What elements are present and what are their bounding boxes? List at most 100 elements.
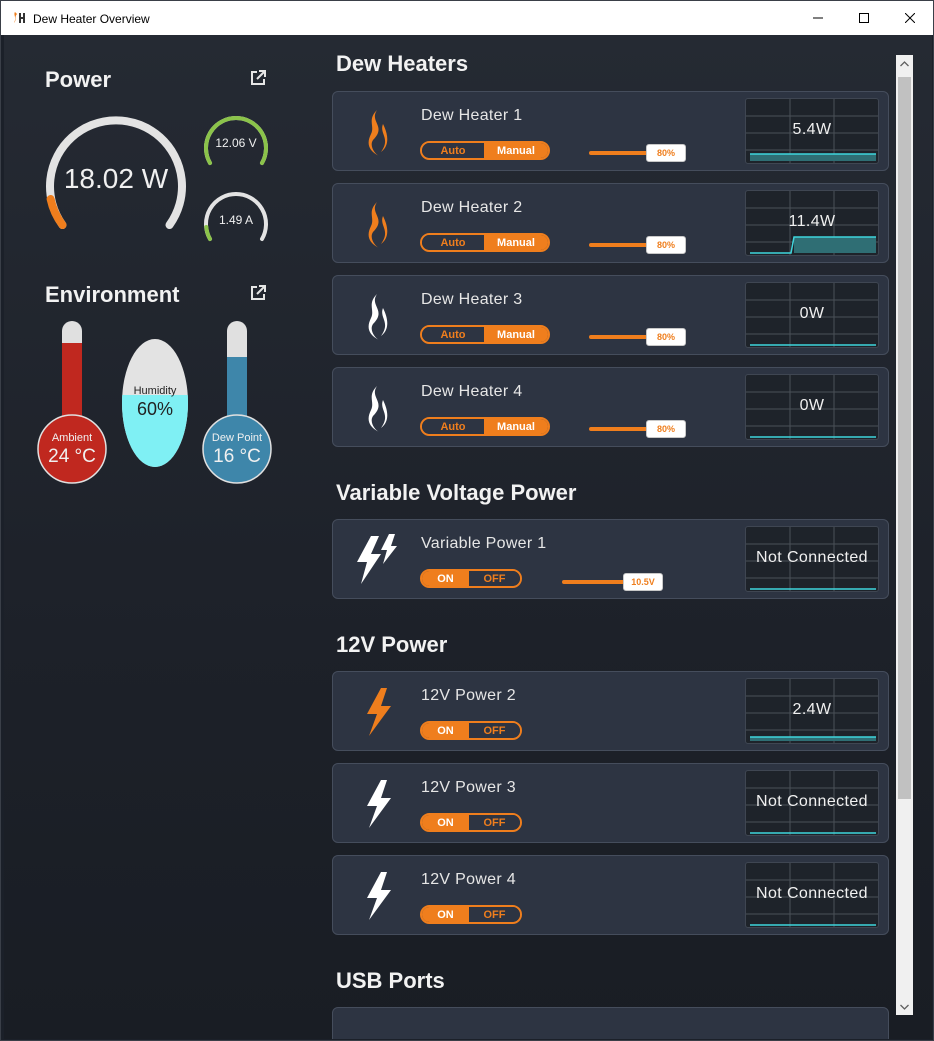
power-readout: 0W [799, 397, 825, 414]
12v-power-heading: 12V Power [336, 632, 448, 657]
12v-power-name: 12V Power 4 [421, 871, 516, 888]
on-off-toggle[interactable]: ON OFF [420, 721, 522, 740]
ambient-label: Ambient [51, 432, 93, 444]
app-window: Dew Heater Overview Power 18.02 W 12.06 … [0, 0, 934, 1041]
dewpoint-label: Dew Point [211, 432, 263, 444]
manual-option[interactable]: Manual [484, 143, 548, 158]
auto-option[interactable]: Auto [422, 419, 484, 434]
close-icon [905, 13, 915, 23]
dew-heater-card: Dew Heater 3 Auto Manual 80% 0W [332, 275, 889, 355]
voltage-slider[interactable]: 10.5V [623, 573, 663, 591]
dew-heater-card: Dew Heater 2 Auto Manual 80% 11.4W [332, 183, 889, 263]
power-readout: 5.4W [792, 121, 832, 138]
scroll-up-button[interactable] [896, 55, 913, 72]
power-level-slider[interactable]: 80% [646, 144, 686, 162]
power-history-chart: Not Connected [745, 526, 879, 592]
on-off-toggle[interactable]: ON OFF [420, 569, 522, 588]
power-level-slider[interactable]: 80% [646, 236, 686, 254]
overview-panel: Power 18.02 W 12.06 V 1.49 A Environment [4, 35, 932, 1039]
on-option[interactable]: ON [422, 571, 469, 586]
ambient-value: 24 °C [48, 446, 96, 467]
power-history-chart: 5.4W [745, 98, 879, 164]
power-history-chart: 2.4W [745, 678, 879, 744]
off-option[interactable]: OFF [469, 723, 520, 738]
power-readout: 2.4W [792, 701, 832, 718]
on-off-toggle[interactable]: ON OFF [420, 813, 522, 832]
dewpoint-value: 16 °C [213, 446, 261, 467]
power-history-chart: Not Connected [745, 770, 879, 836]
manual-option[interactable]: Manual [484, 327, 548, 342]
power-level-slider-track[interactable] [589, 243, 653, 247]
off-option[interactable]: OFF [469, 815, 520, 830]
vertical-scrollbar[interactable] [896, 55, 913, 1015]
flame-icon [368, 386, 388, 432]
variable-voltage-heading: Variable Voltage Power [336, 480, 577, 505]
auto-manual-toggle[interactable]: Auto Manual [420, 325, 550, 344]
close-button[interactable] [887, 1, 933, 35]
scroll-down-button[interactable] [896, 998, 913, 1015]
dew-heater-name: Dew Heater 4 [421, 383, 523, 400]
on-option[interactable]: ON [422, 907, 469, 922]
maximize-icon [859, 13, 869, 23]
12v-power-card: 12V Power 3 ON OFF Not Connected [332, 763, 889, 843]
scroll-thumb[interactable] [898, 77, 911, 799]
dew-heater-card: Dew Heater 1 Auto Manual 80% 5.4W [332, 91, 889, 171]
dew-heater-name: Dew Heater 1 [421, 107, 523, 124]
open-environment-window-icon[interactable] [249, 284, 267, 302]
power-level-slider-track[interactable] [589, 151, 653, 155]
12v-power-card: 12V Power 2 ON OFF 2.4W [332, 671, 889, 751]
maximize-button[interactable] [841, 1, 887, 35]
voltage-slider-track[interactable] [562, 580, 628, 584]
open-power-window-icon[interactable] [249, 69, 267, 87]
lightning-icon [367, 780, 391, 828]
auto-manual-toggle[interactable]: Auto Manual [420, 141, 550, 160]
12v-power-card: 12V Power 4 ON OFF Not Connected [332, 855, 889, 935]
off-option[interactable]: OFF [469, 907, 520, 922]
manual-option[interactable]: Manual [484, 235, 548, 250]
power-readout: 0W [799, 305, 825, 322]
power-level-slider-track[interactable] [589, 427, 653, 431]
power-history-chart: 11.4W [745, 190, 879, 256]
double-lightning-icon [357, 534, 397, 584]
12v-power-name: 12V Power 2 [421, 687, 516, 704]
power-readout: Not Connected [756, 793, 868, 810]
current-value: 1.49 A [218, 213, 254, 227]
flame-icon [368, 202, 388, 248]
total-power-value: 18.02 W [63, 163, 169, 194]
variable-power-name: Variable Power 1 [421, 535, 547, 552]
minimize-button[interactable] [795, 1, 841, 35]
flame-icon [368, 110, 388, 156]
lightning-icon [367, 688, 391, 736]
auto-manual-toggle[interactable]: Auto Manual [420, 233, 550, 252]
minimize-icon [813, 17, 823, 19]
power-history-chart: 0W [745, 374, 879, 440]
dew-heaters-heading: Dew Heaters [336, 51, 469, 76]
voltage-value: 12.06 V [215, 136, 257, 150]
dew-heater-name: Dew Heater 3 [421, 291, 523, 308]
dew-heater-card: Dew Heater 4 Auto Manual 80% 0W [332, 367, 889, 447]
lightning-icon [367, 872, 391, 920]
auto-option[interactable]: Auto [422, 143, 484, 158]
on-option[interactable]: ON [422, 723, 469, 738]
window-title: Dew Heater Overview [33, 12, 150, 26]
auto-option[interactable]: Auto [422, 327, 484, 342]
power-history-chart: 0W [745, 282, 879, 348]
power-readout: Not Connected [756, 885, 868, 902]
power-level-slider-track[interactable] [589, 335, 653, 339]
power-level-slider[interactable]: 80% [646, 420, 686, 438]
auto-option[interactable]: Auto [422, 235, 484, 250]
auto-manual-toggle[interactable]: Auto Manual [420, 417, 550, 436]
usb-ports-heading: USB Ports [336, 968, 445, 993]
off-option[interactable]: OFF [469, 571, 520, 586]
power-readout: Not Connected [756, 549, 868, 566]
on-off-toggle[interactable]: ON OFF [420, 905, 522, 924]
power-heading: Power [45, 67, 112, 92]
chevron-up-icon [900, 60, 909, 66]
power-level-slider[interactable]: 80% [646, 328, 686, 346]
manual-option[interactable]: Manual [484, 419, 548, 434]
usb-port-card [332, 1007, 889, 1039]
12v-power-name: 12V Power 3 [421, 779, 516, 796]
on-option[interactable]: ON [422, 815, 469, 830]
humidity-label: Humidity [133, 385, 177, 397]
title-bar: Dew Heater Overview [1, 1, 933, 35]
